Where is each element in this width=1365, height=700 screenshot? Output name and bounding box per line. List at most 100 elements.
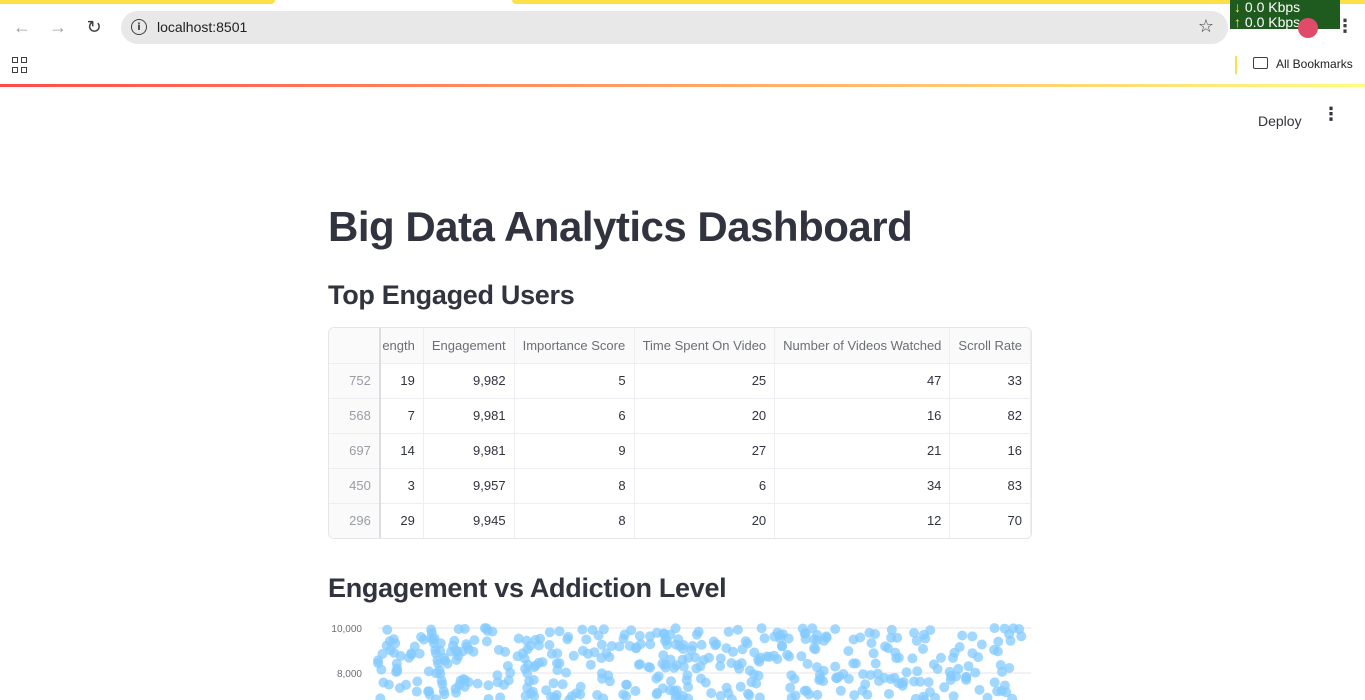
scatter-point (989, 645, 999, 655)
app-menu-icon[interactable]: ⋮ (1322, 110, 1334, 118)
apps-grid-icon[interactable] (12, 57, 28, 73)
table-cell[interactable]: 7 (380, 398, 424, 433)
table-cell[interactable]: 33 (950, 363, 1031, 398)
table-cell[interactable]: 25 (634, 363, 775, 398)
table-cell[interactable]: 34 (775, 468, 950, 503)
column-header[interactable]: Time Spent On Video (634, 328, 775, 363)
scatter-point (757, 623, 767, 633)
scatter-point (658, 650, 668, 660)
reload-icon[interactable]: ↻ (82, 15, 106, 39)
scatter-point (586, 660, 596, 670)
download-arrow-icon: ↓ (1234, 0, 1241, 15)
table-cell[interactable]: 9,945 (423, 503, 514, 538)
scatter-point (925, 687, 935, 697)
scatter-point (462, 642, 472, 652)
scatter-plot[interactable]: 10,0008,000 (328, 620, 1032, 700)
address-bar[interactable]: i localhost:8501 ☆ (121, 11, 1228, 44)
table-cell[interactable]: 83 (950, 468, 1031, 503)
deploy-button[interactable]: Deploy (1250, 111, 1310, 133)
table-cell[interactable]: 16 (950, 433, 1031, 468)
all-bookmarks-link[interactable]: All Bookmarks (1276, 57, 1353, 71)
scatter-point (695, 661, 705, 671)
scatter-point (810, 644, 820, 654)
scatter-point (495, 692, 505, 700)
column-header[interactable]: Number of Videos Watched (775, 328, 950, 363)
scatter-point (391, 667, 401, 677)
table-cell[interactable]: 20 (634, 503, 775, 538)
scatter-point (473, 679, 483, 689)
scatter-point (912, 666, 922, 676)
table-cell[interactable]: 9,982 (423, 363, 514, 398)
table-cell[interactable]: 20 (634, 398, 775, 433)
table-cell[interactable]: 27 (634, 433, 775, 468)
scatter-point (604, 652, 614, 662)
table-cell[interactable]: 3 (380, 468, 424, 503)
bookmarks-bar: All Bookmarks (0, 54, 1365, 84)
table-cell[interactable]: 47 (775, 363, 950, 398)
scatter-point (464, 677, 474, 687)
scatter-point (552, 658, 562, 668)
table-cell[interactable]: 21 (775, 433, 950, 468)
profile-avatar[interactable] (1298, 18, 1318, 38)
table-cell[interactable]: 8 (514, 503, 634, 538)
scatter-point (726, 658, 736, 668)
table-cell[interactable]: 9,981 (423, 398, 514, 433)
site-info-icon[interactable]: i (131, 19, 147, 35)
scatter-point (590, 647, 600, 657)
url-text[interactable]: localhost:8501 (157, 19, 247, 35)
scatter-point (990, 623, 1000, 633)
scatter-point (541, 685, 551, 695)
table-cell[interactable]: 70 (950, 503, 1031, 538)
browser-toolbar: ← → ↻ i localhost:8501 ☆ ↓ 0.0 Kbps ↑ 0.… (0, 0, 1365, 54)
folder-icon[interactable] (1253, 57, 1268, 69)
scatter-point (715, 661, 725, 671)
scatter-point (733, 625, 743, 635)
table-cell[interactable]: 82 (950, 398, 1031, 433)
scatter-point (814, 675, 824, 685)
column-header[interactable]: ength (380, 328, 424, 363)
y-tick-label: 10,000 (331, 624, 362, 635)
forward-icon[interactable]: → (46, 15, 70, 39)
table-cell[interactable]: 9,981 (423, 433, 514, 468)
row-index: 568 (329, 398, 380, 433)
scatter-point (631, 643, 641, 653)
column-header[interactable]: Scroll Rate (950, 328, 1031, 363)
table-cell[interactable]: 19 (380, 363, 424, 398)
engagement-scatter-chart[interactable]: 10,0008,000 (328, 620, 1032, 700)
table-cell[interactable]: 6 (634, 468, 775, 503)
column-header[interactable]: Importance Score (514, 328, 634, 363)
table-cell[interactable]: 29 (380, 503, 424, 538)
table-cell[interactable]: 6 (514, 398, 634, 433)
scatter-point (796, 651, 806, 661)
row-index: 697 (329, 433, 380, 468)
table-cell[interactable]: 9 (514, 433, 634, 468)
column-header[interactable]: Engagement (423, 328, 514, 363)
table-row[interactable]: 752 19 9,982 5 25 47 33 (329, 363, 1031, 398)
scatter-point (552, 648, 562, 658)
scatter-point (949, 691, 959, 700)
browser-menu-icon[interactable]: ⋮ (1336, 16, 1354, 37)
table-row[interactable]: 568 7 9,981 6 20 16 82 (329, 398, 1031, 433)
table-cell[interactable]: 9,957 (423, 468, 514, 503)
scatter-point (439, 689, 449, 699)
table-cell[interactable]: 14 (380, 433, 424, 468)
scatter-point (549, 678, 559, 688)
table-row[interactable]: 450 3 9,957 8 6 34 83 (329, 468, 1031, 503)
table-cell[interactable]: 5 (514, 363, 634, 398)
upload-speed: 0.0 Kbps (1245, 14, 1300, 30)
table-cell[interactable]: 16 (775, 398, 950, 433)
scatter-point (482, 636, 492, 646)
scatter-point (884, 689, 894, 699)
scatter-point (830, 624, 840, 634)
table-cell[interactable]: 12 (775, 503, 950, 538)
bookmark-star-icon[interactable]: ☆ (1198, 16, 1214, 37)
scatter-point (760, 633, 770, 643)
table-row[interactable]: 296 29 9,945 8 20 12 70 (329, 503, 1031, 538)
scatter-point (390, 638, 400, 648)
scatter-point (858, 669, 868, 679)
back-icon[interactable]: ← (10, 15, 34, 39)
top-users-dataframe[interactable]: ength Engagement Importance Score Time S… (328, 327, 1032, 539)
scatter-point (821, 631, 831, 641)
table-cell[interactable]: 8 (514, 468, 634, 503)
table-row[interactable]: 697 14 9,981 9 27 21 16 (329, 433, 1031, 468)
